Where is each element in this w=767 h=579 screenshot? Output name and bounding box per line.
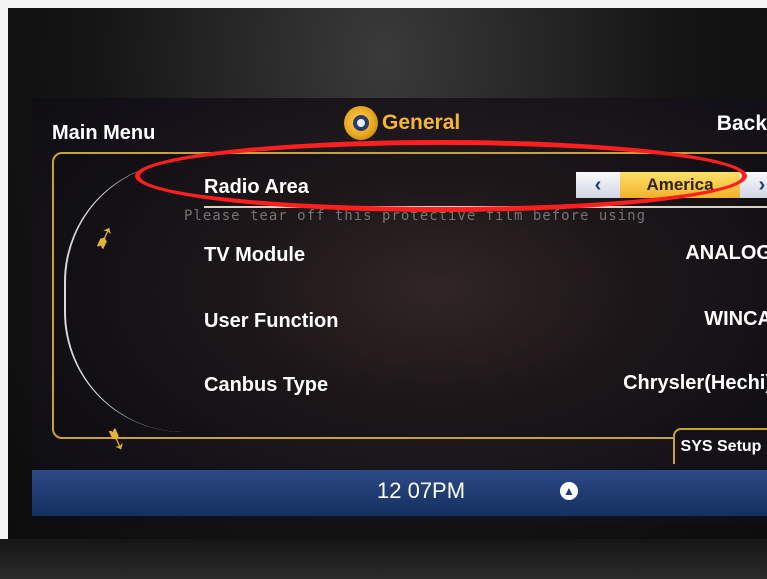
setting-label: User Function (204, 310, 339, 332)
setting-row-user-function[interactable]: User Function WINCA (204, 302, 767, 342)
setting-row-canbus-type[interactable]: Canbus Type Chrysler(Hechi) (204, 366, 767, 406)
clock: 12 07PM (377, 478, 466, 503)
setting-value: WINCA (704, 308, 767, 330)
nav-arc (64, 162, 206, 432)
scroll-down-icon[interactable]: ➷ (99, 419, 135, 460)
title-group: General (344, 106, 460, 140)
red-highlight-ellipse (135, 140, 747, 212)
setting-label: Canbus Type (204, 374, 329, 396)
bezel-left-strip (0, 0, 8, 579)
status-bar: 12 07PM ▲ (32, 470, 767, 516)
setting-value: Chrysler(Hechi) (623, 372, 767, 394)
back-button[interactable]: Back (717, 112, 767, 136)
setting-value: ANALOG (685, 242, 767, 264)
tab-sys-setup[interactable]: SYS Setup (673, 428, 767, 464)
setting-row-tv-module[interactable]: TV Module ANALOG (204, 236, 767, 276)
bezel-top-strip (0, 0, 767, 8)
page-title: General (382, 111, 461, 134)
chevron-up-icon[interactable]: ▲ (560, 482, 578, 500)
gear-icon (344, 106, 378, 140)
bezel-bottom (0, 539, 767, 579)
main-menu-button[interactable]: Main Menu (52, 122, 155, 145)
setting-label: TV Module (204, 244, 306, 266)
